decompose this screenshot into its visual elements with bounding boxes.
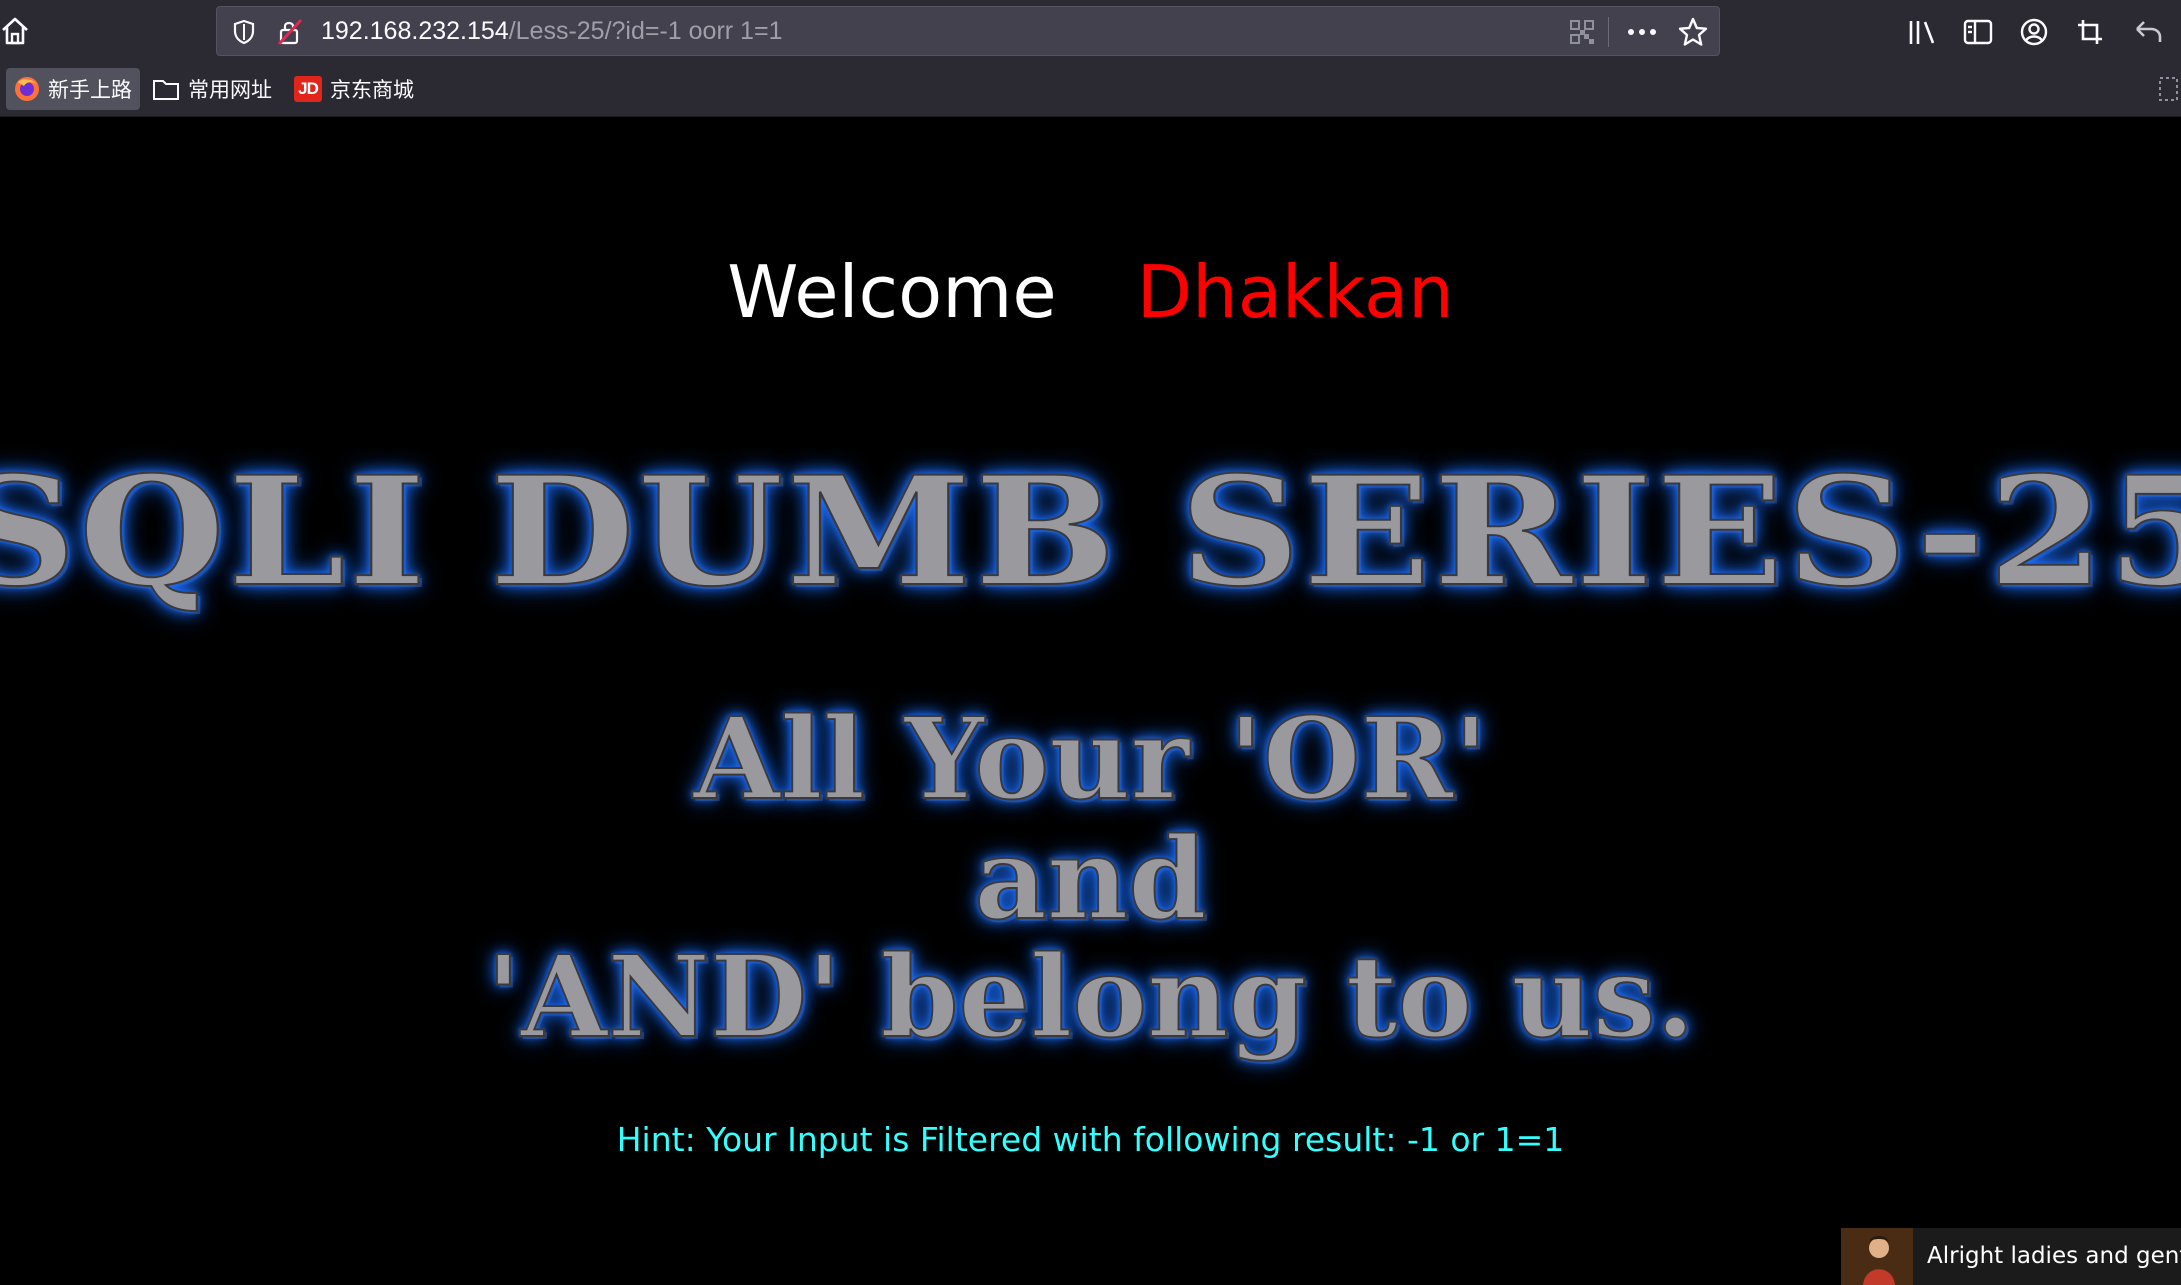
- url-bar[interactable]: 192.168.232.154/Less-25/?id=-1 oorr 1=1: [216, 6, 1720, 56]
- bookmark-star-icon[interactable]: [1677, 16, 1709, 48]
- bookmark-item-jd-mall[interactable]: JD 京东商城: [294, 68, 414, 110]
- url-path: /Less-25/?id=-1 oorr 1=1: [508, 17, 783, 45]
- music-player[interactable]: Alright ladies and gentlemen: [1841, 1228, 2181, 1285]
- bookmark-label: 新手上路: [48, 78, 132, 102]
- home-icon[interactable]: [0, 14, 30, 48]
- welcome-heading: Welcome Dhakkan: [0, 247, 2181, 337]
- bookmark-label: 京东商城: [330, 78, 414, 102]
- folder-icon: [152, 77, 180, 101]
- qr-code-icon[interactable]: [1567, 17, 1597, 47]
- firefox-icon: [14, 76, 40, 102]
- insecure-lock-icon[interactable]: [275, 17, 305, 47]
- undo-icon[interactable]: [2132, 16, 2164, 48]
- bookmark-item-getting-started[interactable]: 新手上路: [6, 68, 140, 110]
- series-title-banner: SQLI DUMB SERIES-25: [0, 444, 2181, 620]
- library-icon[interactable]: [1906, 16, 1938, 48]
- filter-hint: Hint: Your Input is Filtered with follow…: [616, 1120, 1565, 1159]
- account-icon[interactable]: [2018, 16, 2050, 48]
- banner-line-2: and: [973, 814, 1207, 945]
- sidebar-icon[interactable]: [1962, 16, 1994, 48]
- url-text[interactable]: 192.168.232.154/Less-25/?id=-1 oorr 1=1: [321, 7, 782, 55]
- browser-toolbar: 192.168.232.154/Less-25/?id=-1 oorr 1=1: [0, 0, 2181, 62]
- page-content: Welcome Dhakkan SQLI DUMB SERIES-25 All Y…: [0, 117, 2181, 1285]
- other-bookmarks-icon[interactable]: [2154, 74, 2181, 104]
- bookmark-label: 常用网址: [188, 78, 272, 102]
- url-separator: [1608, 17, 1609, 47]
- bookmark-item-common-sites[interactable]: 常用网址: [152, 68, 272, 110]
- banner-line-1: All Your 'OR': [692, 694, 1489, 825]
- tracking-shield-icon[interactable]: [229, 17, 259, 47]
- jd-logo: JD: [294, 76, 322, 102]
- welcome-text: Welcome: [727, 250, 1057, 334]
- url-host: 192.168.232.154: [321, 17, 509, 45]
- bookmarks-bar: 新手上路 常用网址 JD 京东商城: [0, 62, 2181, 117]
- screenshot-icon[interactable]: [2074, 16, 2106, 48]
- more-icon[interactable]: [1625, 17, 1659, 47]
- banner-line-3: 'AND' belong to us.: [485, 932, 1695, 1063]
- music-title: Alright ladies and gentlemen: [1913, 1228, 2181, 1285]
- user-name: Dhakkan: [1136, 250, 1454, 334]
- music-thumbnail: [1841, 1228, 1913, 1285]
